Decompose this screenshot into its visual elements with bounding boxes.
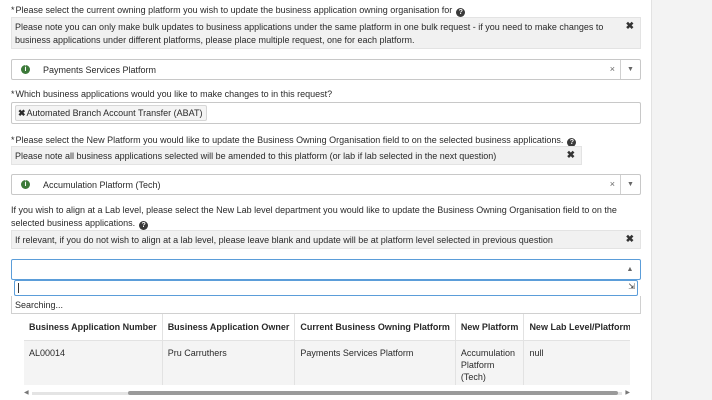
table-header-row: Business Application Number Business App… <box>24 314 630 341</box>
chevron-up-icon[interactable]: ▲ <box>620 260 640 279</box>
q1-label: *Please select the current owning platfo… <box>11 4 466 17</box>
lab-dropdown: Searching... <box>11 296 641 314</box>
close-icon[interactable]: ✖ <box>567 149 575 162</box>
column-header: Current Business Owning Platform <box>294 314 456 341</box>
clear-icon[interactable]: × <box>610 64 615 74</box>
close-icon[interactable]: ✖ <box>626 20 634 33</box>
q4-note: If relevant, if you do not wish to align… <box>11 230 641 249</box>
horizontal-scrollbar[interactable]: ◀ ▶ <box>24 389 630 397</box>
chevron-down-icon[interactable]: ▼ <box>620 60 640 79</box>
tag-remove-icon[interactable]: ✖ <box>18 108 26 118</box>
text-caret <box>18 283 19 293</box>
close-icon[interactable]: ✖ <box>626 233 634 246</box>
right-side-panel <box>651 0 712 400</box>
column-header: Business Application Owner <box>162 314 296 341</box>
help-icon[interactable]: ? <box>456 8 466 17</box>
chevron-down-icon[interactable]: ▼ <box>620 175 640 194</box>
business-applications-multiselect[interactable]: ✖Automated Branch Account Transfer (ABAT… <box>11 102 641 124</box>
info-icon: i <box>21 65 30 74</box>
table-cell: null <box>523 340 630 385</box>
table-row: AL00014 Pru Carruthers Payments Services… <box>24 340 630 385</box>
q3-note: Please note all business applications se… <box>11 146 582 165</box>
current-platform-value: Payments Services Platform <box>43 65 157 75</box>
lab-search-input[interactable]: ⇲ <box>14 280 638 296</box>
new-platform-value: Accumulation Platform (Tech) <box>43 180 161 190</box>
q2-label: *Which business applications would you l… <box>11 89 333 99</box>
bulk-update-form: *Please select the current owning platfo… <box>0 0 651 400</box>
new-lab-select[interactable]: ▲ <box>11 259 641 280</box>
column-header: New Platform <box>455 314 525 341</box>
table-cell: AL00014 <box>24 340 163 385</box>
q4-label-line2: selected business applications.? <box>11 217 149 230</box>
column-header: New Lab Level/Platform Child <box>523 314 630 341</box>
scrollbar-thumb[interactable] <box>128 391 618 395</box>
scroll-left-icon[interactable]: ◀ <box>24 389 29 396</box>
table-cell: Payments Services Platform <box>294 340 456 385</box>
table-cell: Accumulation Platform (Tech) <box>455 340 525 385</box>
info-icon: i <box>21 180 30 189</box>
scroll-right-icon[interactable]: ▶ <box>625 389 630 396</box>
new-platform-select[interactable]: i Accumulation Platform (Tech) × ▼ <box>11 174 641 195</box>
column-header: Business Application Number <box>24 314 163 341</box>
current-platform-select[interactable]: i Payments Services Platform × ▼ <box>11 59 641 80</box>
help-icon[interactable]: ? <box>139 221 149 230</box>
clear-icon[interactable]: × <box>610 179 615 189</box>
searching-message: Searching... <box>15 300 64 310</box>
summary-table: Business Application Number Business App… <box>24 314 630 388</box>
q4-label: If you wish to align at a Lab level, ple… <box>11 205 617 215</box>
resize-handle-icon[interactable]: ⇲ <box>628 282 635 291</box>
selected-application-tag: ✖Automated Branch Account Transfer (ABAT… <box>15 105 208 121</box>
table-cell: Pru Carruthers <box>162 340 296 385</box>
q1-note: Please note you can only make bulk updat… <box>11 17 641 49</box>
